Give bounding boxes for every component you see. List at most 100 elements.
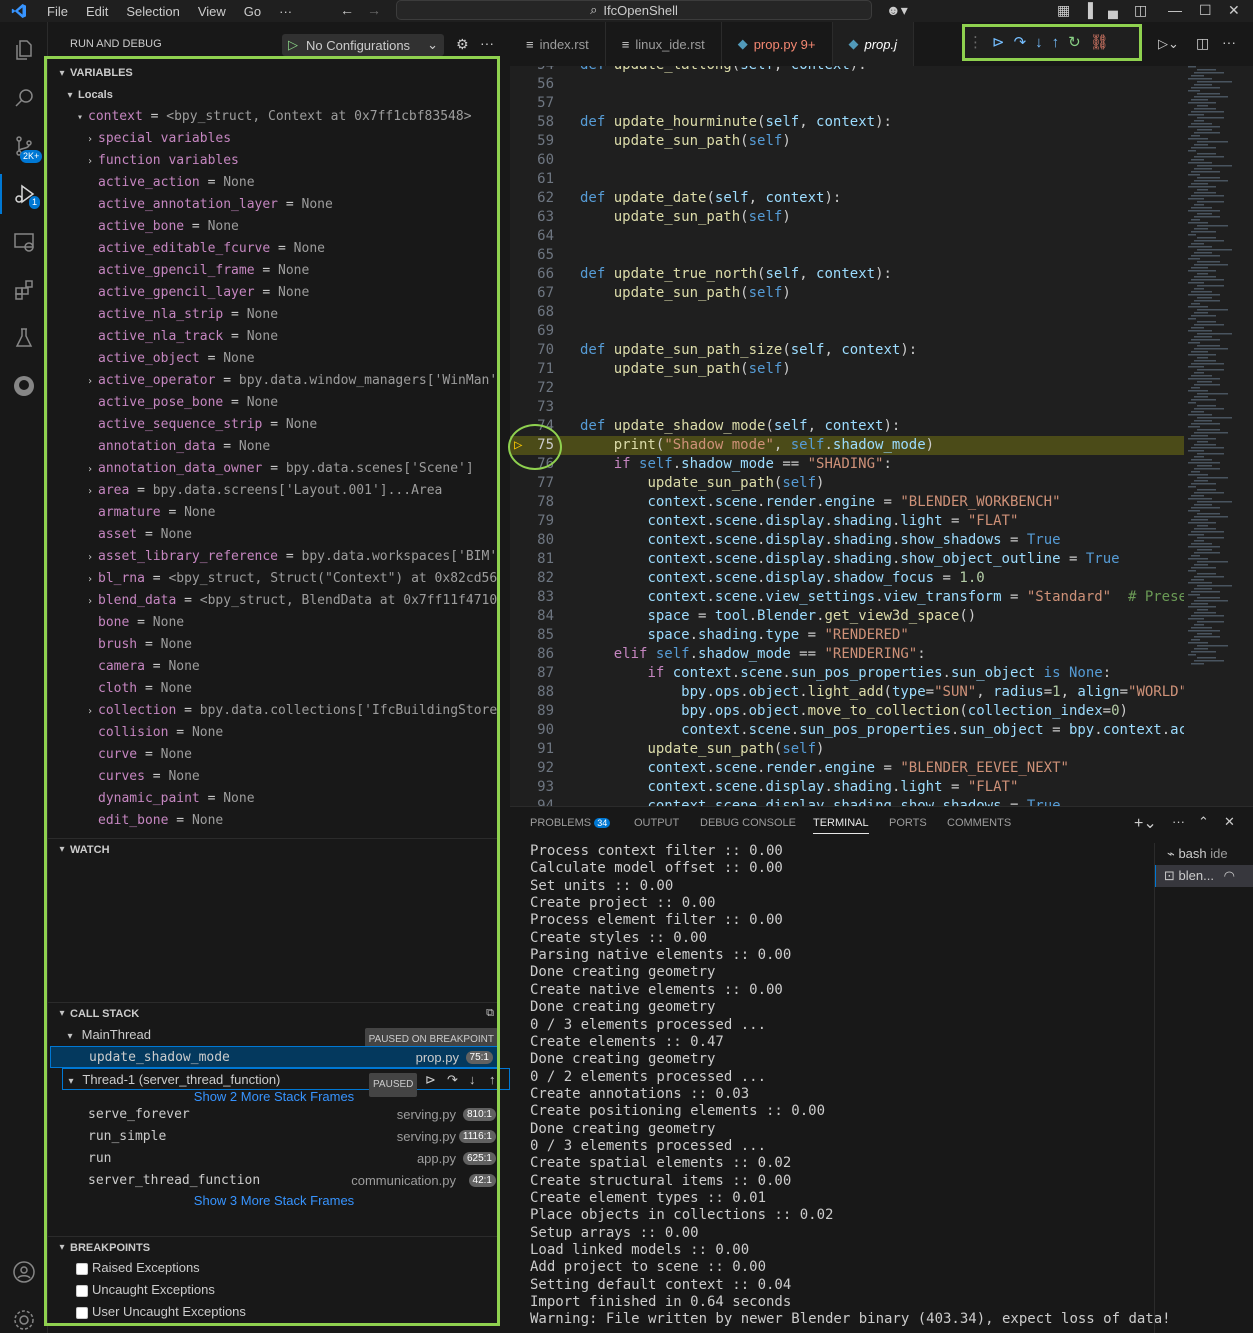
run-file-icon[interactable]: ▷⌄ — [1158, 36, 1179, 52]
breakpoints-header[interactable]: ▾ BREAKPOINTS — [48, 1236, 500, 1258]
code-line[interactable]: 67 update_sun_path(self) — [510, 284, 1184, 303]
code-line[interactable]: 76 if self.shadow_mode == "SHADING": — [510, 455, 1184, 474]
collapse-all-icon[interactable]: ⧉ — [486, 1007, 494, 1020]
tab-terminal[interactable]: TERMINAL — [813, 817, 869, 834]
variable-row[interactable]: curves = None — [82, 766, 500, 788]
variable-row[interactable]: bone = None — [82, 612, 500, 634]
breakpoint-user-uncaught[interactable]: User Uncaught Exceptions — [76, 1301, 246, 1323]
code-line[interactable]: 82 context.scene.display.shadow_focus = … — [510, 569, 1184, 588]
code-line[interactable]: 70 def update_sun_path_size(self, context… — [510, 341, 1184, 360]
variable-row[interactable]: active_editable_fcurve = None — [82, 238, 500, 260]
explorer-icon[interactable] — [0, 30, 48, 70]
variable-row[interactable]: ▾ context = <bpy_struct, Context at 0x7ff… — [72, 106, 500, 128]
main-thread-row[interactable]: ▾ MainThread PAUSED ON BREAKPOINT — [62, 1024, 498, 1052]
maximize-icon[interactable]: ☐ — [1199, 2, 1212, 19]
minimize-icon[interactable]: — — [1168, 2, 1182, 18]
forward-arrow-icon[interactable]: → — [367, 2, 381, 18]
variable-row[interactable]: › annotation_data_owner = bpy.data.scenes… — [82, 458, 500, 480]
close-window-icon[interactable]: ✕ — [1228, 2, 1240, 19]
variable-row[interactable]: active_sequence_strip = None — [82, 414, 500, 436]
debug-config-select[interactable]: ▷ No Configurations ⌄ — [282, 34, 444, 56]
editor-tab[interactable]: ≡ linux_ide.rst — [606, 22, 722, 66]
code-line[interactable]: 91 update_sun_path(self) — [510, 740, 1184, 759]
code-line[interactable]: 94 context.scene.display.shading.show_sh… — [510, 797, 1184, 806]
breakpoint-raised[interactable]: Raised Exceptions — [76, 1257, 200, 1279]
menu-file[interactable]: File — [38, 4, 77, 19]
restart-icon[interactable]: ↻ — [1068, 33, 1081, 51]
new-terminal-icon[interactable]: +⌄ — [1134, 813, 1157, 833]
code-line[interactable]: 88 bpy.ops.object.light_add(type="SUN", … — [510, 683, 1184, 702]
stack-frame[interactable]: serve_forever serving.py 810:1 — [50, 1104, 498, 1126]
toggle-sidebar-icon[interactable]: ▐ — [1083, 2, 1093, 18]
code-line[interactable]: 63 update_sun_path(self) — [510, 208, 1184, 227]
variable-row[interactable]: › bl_rna = <bpy_struct, Struct("Context")… — [82, 568, 500, 590]
editor-tab[interactable]: ≡ index.rst — [510, 22, 606, 66]
variable-row[interactable]: active_action = None — [82, 172, 500, 194]
variable-row[interactable]: › active_operator = bpy.data.window_manag… — [82, 370, 500, 392]
menu-more[interactable]: ··· — [270, 4, 301, 19]
disconnect-icon[interactable]: ⛓ — [1090, 33, 1109, 51]
remote-explorer-icon[interactable] — [0, 222, 48, 262]
variables-header[interactable]: ▾ VARIABLES — [48, 62, 500, 84]
code-line[interactable]: 84 space = tool.Blender.get_view3d_space… — [510, 607, 1184, 626]
variable-row[interactable]: cloth = None — [82, 678, 500, 700]
callstack-header[interactable]: ▾ CALL STACK ⧉ — [48, 1002, 500, 1024]
code-line[interactable]: 93 context.scene.display.shading.light =… — [510, 778, 1184, 797]
menu-go[interactable]: Go — [235, 4, 270, 19]
menu-selection[interactable]: Selection — [117, 4, 188, 19]
code-line[interactable]: 60 — [510, 151, 1184, 170]
locals-scope[interactable]: ▾ Locals — [48, 84, 500, 106]
variable-row[interactable]: active_object = None — [82, 348, 500, 370]
run-debug-icon[interactable]: 1 — [0, 174, 48, 214]
code-line[interactable]: 62 def update_date(self, context): — [510, 189, 1184, 208]
variable-row[interactable]: edit_bone = None — [82, 810, 500, 832]
code-line[interactable]: 87 if context.scene.sun_pos_properties.s… — [510, 664, 1184, 683]
variable-row[interactable]: › blend_data = <bpy_struct, BlendData at … — [82, 590, 500, 612]
step-into-icon[interactable]: ↓ — [1035, 34, 1043, 51]
code-line[interactable]: 54 def update_latlong(self, context): — [510, 66, 1184, 75]
code-line[interactable]: 81 context.scene.display.shading.show_ob… — [510, 550, 1184, 569]
step-over-icon[interactable]: ↷ — [1014, 33, 1027, 51]
stack-frame[interactable]: run app.py 625:1 — [50, 1148, 498, 1170]
variable-row[interactable]: active_nla_track = None — [82, 326, 500, 348]
maximize-panel-icon[interactable]: ⌃ — [1198, 814, 1209, 830]
back-arrow-icon[interactable]: ← — [340, 2, 354, 18]
tab-problems[interactable]: PROBLEMS 34 — [530, 817, 611, 830]
manage-gear-icon[interactable] — [0, 1300, 48, 1333]
continue-icon[interactable]: ⊳ — [992, 33, 1005, 51]
more-actions-icon[interactable]: ··· — [480, 35, 494, 51]
variable-row[interactable]: active_nla_strip = None — [82, 304, 500, 326]
code-line[interactable]: 69 — [510, 322, 1184, 341]
variable-row[interactable]: › function variables — [82, 150, 500, 172]
code-line[interactable]: 61 — [510, 170, 1184, 189]
variable-row[interactable]: active_pose_bone = None — [82, 392, 500, 414]
settings-gear-icon[interactable]: ⚙ — [456, 36, 469, 53]
variable-row[interactable]: curve = None — [82, 744, 500, 766]
code-line[interactable]: 71 update_sun_path(self) — [510, 360, 1184, 379]
terminal-tab-bash[interactable]: ⌁ bash ide — [1167, 843, 1228, 865]
code-line[interactable]: 83 context.scene.view_settings.view_tran… — [510, 588, 1184, 607]
code-line[interactable]: 68 — [510, 303, 1184, 322]
variable-row[interactable]: › special variables — [82, 128, 500, 150]
tab-output[interactable]: OUTPUT — [634, 817, 679, 829]
code-line[interactable]: 78 context.scene.render.engine = "BLENDE… — [510, 493, 1184, 512]
stack-frame-selected[interactable]: update_shadow_mode prop.py 75:1 — [50, 1046, 498, 1068]
code-line[interactable]: 86 elif self.shadow_mode == "RENDERING": — [510, 645, 1184, 664]
code-line[interactable]: 72 — [510, 379, 1184, 398]
variable-row[interactable]: › area = bpy.data.screens['Layout.001']..… — [82, 480, 500, 502]
panel-more-icon[interactable]: ··· — [1172, 814, 1185, 829]
variable-row[interactable]: collision = None — [82, 722, 500, 744]
editor-more-icon[interactable]: ··· — [1222, 34, 1236, 50]
code-line[interactable]: 75 ▷ print("Shadow mode", self.shadow_mod… — [510, 436, 1184, 455]
code-line[interactable]: 80 context.scene.display.shading.show_sh… — [510, 531, 1184, 550]
variable-row[interactable]: camera = None — [82, 656, 500, 678]
variable-row[interactable]: annotation_data = None — [82, 436, 500, 458]
checkbox[interactable] — [76, 1306, 88, 1319]
menu-view[interactable]: View — [189, 4, 235, 19]
code-line[interactable]: 74 def update_shadow_mode(self, context): — [510, 417, 1184, 436]
variable-row[interactable]: asset = None — [82, 524, 500, 546]
copilot-icon[interactable]: ☻▾ — [886, 2, 908, 19]
variable-row[interactable]: active_annotation_layer = None — [82, 194, 500, 216]
variable-row[interactable]: active_gpencil_layer = None — [82, 282, 500, 304]
show-more-frames-link-2[interactable]: Show 3 More Stack Frames — [50, 1190, 498, 1212]
